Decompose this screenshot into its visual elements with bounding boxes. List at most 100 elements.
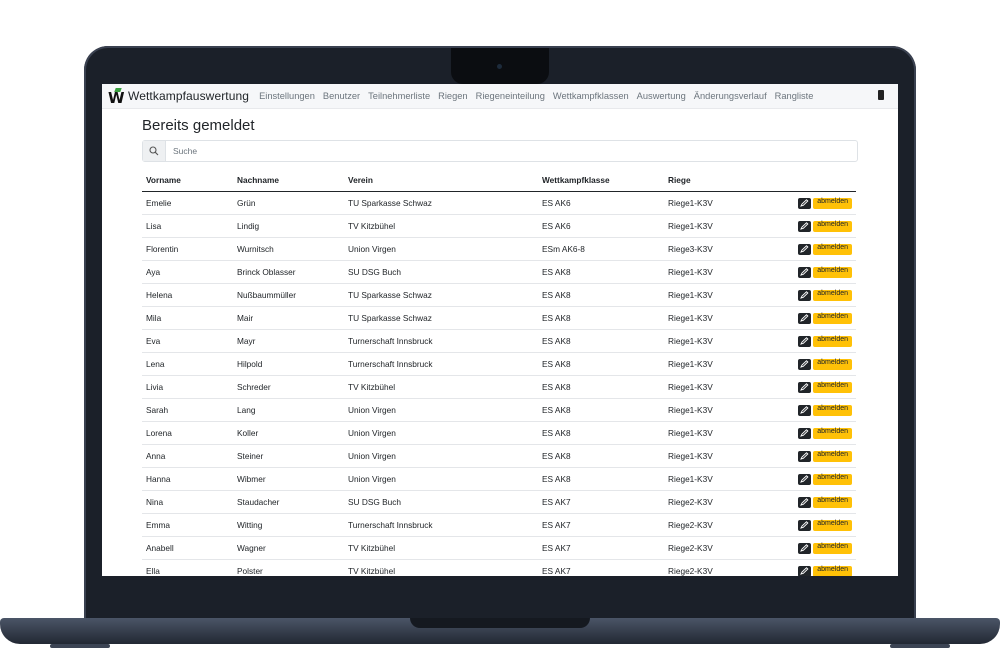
cell-verein: Union Virgen [344,444,538,468]
brand-name[interactable]: Wettkampfauswertung [128,89,249,103]
cell-wettkampfklasse: ES AK7 [538,536,664,560]
row-actions: abmelden [778,214,856,238]
cell-nachname: Hilpold [233,352,344,376]
edit-button[interactable] [798,289,812,301]
unregister-button[interactable]: abmelden [813,289,852,301]
laptop-foot [890,644,950,648]
unregister-button[interactable]: abmelden [813,381,852,393]
edit-button[interactable] [798,450,812,462]
pencil-icon [800,199,809,207]
cell-wettkampfklasse: ES AK8 [538,398,664,422]
cell-verein: TV Kitzbühel [344,214,538,238]
unregister-button[interactable]: abmelden [813,542,852,554]
nav-riegeneinteilung[interactable]: Riegeneinteilung [476,91,545,101]
cell-riege: Riege2-K3V [664,559,778,576]
cell-nachname: Grün [233,191,344,215]
edit-button[interactable] [798,358,812,370]
search-input[interactable] [173,144,843,158]
cell-vorname: Lena [142,352,233,376]
row-actions: abmelden [778,490,856,514]
edit-button[interactable] [798,220,812,232]
cell-riege: Riege1-K3V [664,306,778,330]
table-row: Lorena Koller Union Virgen ES AK8 Riege1-K3V… [142,421,856,445]
table-row: Hanna Wibmer Union Virgen ES AK8 Riege1-K3V a… [142,467,856,491]
col-header-riege: Riege [664,169,778,192]
edit-button[interactable] [798,519,812,531]
unregister-button[interactable]: abmelden [813,565,852,576]
cell-wettkampfklasse: ES AK7 [538,490,664,514]
edit-button[interactable] [798,381,812,393]
cell-riege: Riege1-K3V [664,444,778,468]
unregister-button[interactable]: abmelden [813,358,852,370]
nav-riegen[interactable]: Riegen [438,91,467,101]
edit-button[interactable] [798,335,812,347]
table-header-row: Vorname Nachname Verein Wettkampfklasse … [142,169,856,192]
camera-icon [497,64,502,69]
nav-auswertung[interactable]: Auswertung [637,91,686,101]
cell-riege: Riege1-K3V [664,352,778,376]
table-row: Lena Hilpold Turnerschaft Innsbruck ES AK8 R… [142,352,856,376]
edit-button[interactable] [798,404,812,416]
edit-button[interactable] [798,312,812,324]
registrations-table: Vorname Nachname Verein Wettkampfklasse … [142,169,856,576]
table-row: Anabell Wagner TV Kitzbühel ES AK7 Riege2-K3… [142,536,856,560]
unregister-button[interactable]: abmelden [813,220,852,232]
edit-button[interactable] [798,243,812,255]
pencil-icon [800,498,809,506]
edit-button[interactable] [798,473,812,485]
cell-wettkampfklasse: ES AK8 [538,260,664,284]
nav-rangliste[interactable]: Rangliste [775,91,814,101]
nav-teilnehmerliste[interactable]: Teilnehmerliste [368,91,430,101]
unregister-button[interactable]: abmelden [813,519,852,531]
row-actions: abmelden [778,536,856,560]
cell-vorname: Anabell [142,536,233,560]
pencil-icon [800,291,809,299]
edit-button[interactable] [798,542,812,554]
cell-vorname: Nina [142,490,233,514]
nav-aenderungsverlauf[interactable]: Änderungsverlauf [694,91,767,101]
laptop-foot [50,644,110,648]
edit-button[interactable] [798,496,812,508]
nav-benutzer[interactable]: Benutzer [323,91,360,101]
cell-riege: Riege2-K3V [664,490,778,514]
edit-button[interactable] [798,266,812,278]
unregister-button[interactable]: abmelden [813,404,852,416]
cell-verein: Turnerschaft Innsbruck [344,513,538,537]
row-actions: abmelden [778,513,856,537]
cell-vorname: Aya [142,260,233,284]
cell-verein: TU Sparkasse Schwaz [344,306,538,330]
search-icon[interactable] [143,141,166,161]
cell-riege: Riege1-K3V [664,191,778,215]
unregister-button[interactable]: abmelden [813,450,852,462]
user-icon[interactable] [878,90,884,100]
unregister-button[interactable]: abmelden [813,266,852,278]
nav-einstellungen[interactable]: Einstellungen [259,91,315,101]
cell-nachname: Lindig [233,214,344,238]
unregister-button[interactable]: abmelden [813,496,852,508]
row-actions: abmelden [778,467,856,491]
cell-nachname: Nußbaummüller [233,283,344,307]
pencil-icon [800,521,809,529]
pencil-icon [800,268,809,276]
table-row: Mila Mair TU Sparkasse Schwaz ES AK8 Riege1-… [142,306,856,330]
cell-vorname: Livia [142,375,233,399]
cell-verein: TV Kitzbühel [344,536,538,560]
cell-vorname: Lorena [142,421,233,445]
unregister-button[interactable]: abmelden [813,473,852,485]
screen-bezel [102,576,898,606]
cell-nachname: Mair [233,306,344,330]
unregister-button[interactable]: abmelden [813,197,852,209]
cell-verein: Union Virgen [344,398,538,422]
cell-nachname: Steiner [233,444,344,468]
unregister-button[interactable]: abmelden [813,335,852,347]
navbar: W Wettkampfauswertung Einstellungen Benu… [102,84,898,109]
row-actions: abmelden [778,444,856,468]
edit-button[interactable] [798,197,812,209]
edit-button[interactable] [798,427,812,439]
unregister-button[interactable]: abmelden [813,243,852,255]
unregister-button[interactable]: abmelden [813,427,852,439]
unregister-button[interactable]: abmelden [813,312,852,324]
nav-wettkampfklassen[interactable]: Wettkampfklassen [553,91,629,101]
table-row: Emma Witting Turnerschaft Innsbruck ES AK7 R… [142,513,856,537]
edit-button[interactable] [798,565,812,576]
